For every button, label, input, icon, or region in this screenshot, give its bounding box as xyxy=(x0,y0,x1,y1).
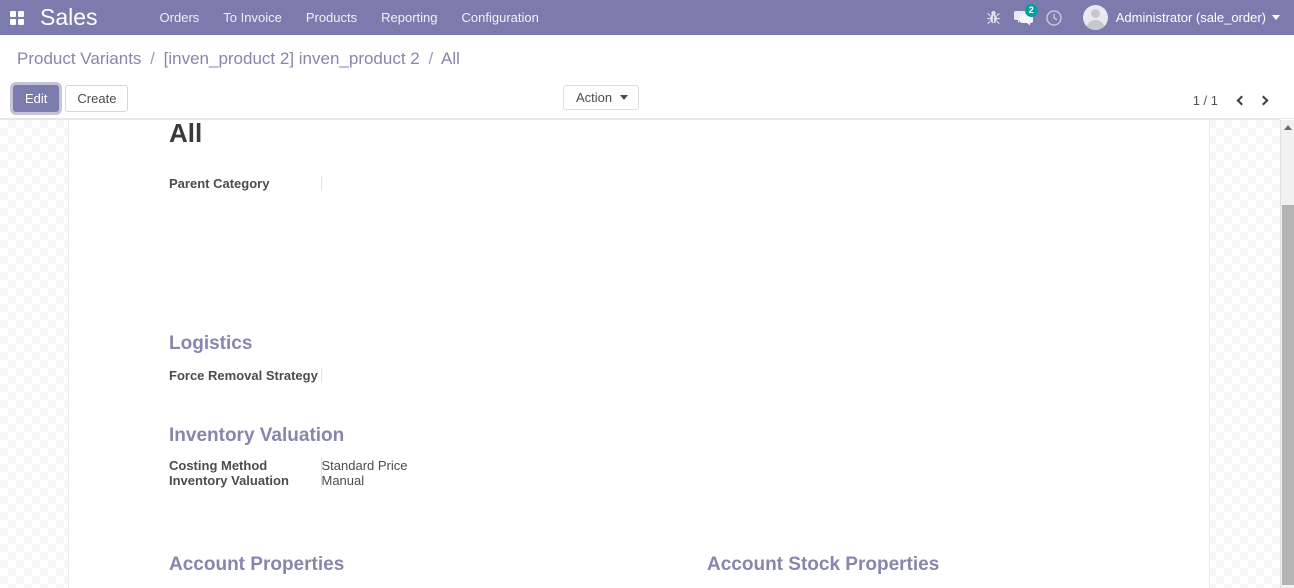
chevron-left-icon xyxy=(1236,95,1246,105)
field-value-inventory-valuation[interactable]: Manual xyxy=(320,473,421,488)
edit-button[interactable]: Edit xyxy=(13,85,60,112)
field-row-parent-category: Parent Category xyxy=(169,176,421,191)
field-value-force-removal-strategy[interactable] xyxy=(320,368,421,383)
breadcrumb-row: Product Variants / [inven_product 2] inv… xyxy=(0,35,1294,83)
field-label-force-removal-strategy: Force Removal Strategy xyxy=(169,368,318,383)
user-menu-label: Administrator (sale_order) xyxy=(1115,10,1266,25)
field-row-inventory-valuation: Inventory Valuation Manual xyxy=(169,473,421,488)
field-value-costing-method[interactable]: Standard Price xyxy=(320,458,421,473)
chevron-down-icon xyxy=(1272,15,1280,20)
field-label-inventory-valuation: Inventory Valuation xyxy=(169,473,289,488)
field-group-logistics: Force Removal Strategy xyxy=(169,368,421,383)
field-label-costing-method: Costing Method xyxy=(169,458,268,473)
section-title-logistics: Logistics xyxy=(169,333,253,354)
field-value-parent-category[interactable] xyxy=(320,176,421,191)
menu-item-orders[interactable]: Orders xyxy=(148,2,212,33)
field-label-parent-category: Parent Category xyxy=(169,176,270,191)
breadcrumb-item-current: All xyxy=(441,49,460,68)
field-group-general: Parent Category xyxy=(169,176,421,191)
chevron-right-icon xyxy=(1258,95,1268,105)
section-title-inventory-valuation: Inventory Valuation xyxy=(169,425,345,446)
menu-item-to-invoice[interactable]: To Invoice xyxy=(211,2,294,33)
navbar-systray: 2 Administrator (sale_order) xyxy=(979,0,1294,35)
menu-item-products[interactable]: Products xyxy=(294,2,369,33)
apps-grid-icon xyxy=(10,10,24,25)
breadcrumb: Product Variants / [inven_product 2] inv… xyxy=(17,49,460,69)
activity-clock-icon[interactable] xyxy=(1039,0,1069,35)
field-row-costing-method: Costing Method Standard Price xyxy=(169,458,421,473)
messaging-icon[interactable]: 2 xyxy=(1009,0,1039,35)
scroll-thumb[interactable] xyxy=(1282,205,1294,585)
field-group-inventory-valuation: Costing Method Standard Price Inventory … xyxy=(169,458,421,488)
avatar xyxy=(1082,5,1108,30)
page-title: All xyxy=(169,120,203,144)
apps-menu-button[interactable] xyxy=(0,0,34,35)
form-sheet: All Parent Category Logistics Force Remo… xyxy=(68,120,1210,588)
menu-item-configuration[interactable]: Configuration xyxy=(450,2,551,33)
pager: 1 / 1 xyxy=(1193,83,1274,117)
user-menu[interactable]: Administrator (sale_order) xyxy=(1082,5,1280,30)
action-dropdown-button[interactable]: Action xyxy=(563,85,640,110)
bug-icon[interactable] xyxy=(979,0,1009,35)
breadcrumb-item-product[interactable]: [inven_product 2] inven_product 2 xyxy=(164,49,420,68)
breadcrumb-separator: / xyxy=(428,49,434,68)
pager-count: 1 / 1 xyxy=(1192,92,1218,108)
pager-previous-button[interactable] xyxy=(1230,88,1252,112)
action-dropdown-label: Action xyxy=(576,90,613,105)
form-view-background: All Parent Category Logistics Force Remo… xyxy=(0,120,1280,588)
vertical-scrollbar[interactable] xyxy=(1280,120,1294,588)
messaging-badge-count: 2 xyxy=(1024,4,1038,17)
field-row-force-removal-strategy: Force Removal Strategy xyxy=(169,368,421,383)
chevron-down-icon xyxy=(620,95,629,100)
top-navbar: Sales Orders To Invoice Products Reporti… xyxy=(0,0,1294,35)
main-menu: Orders To Invoice Products Reporting Con… xyxy=(148,2,551,33)
breadcrumb-separator: / xyxy=(150,49,155,68)
breadcrumb-item-product-variants[interactable]: Product Variants xyxy=(17,49,141,68)
app-brand-sales[interactable]: Sales xyxy=(34,4,104,31)
pager-next-button[interactable] xyxy=(1252,88,1274,112)
content-top-divider xyxy=(0,119,1280,120)
section-title-account-properties: Account Properties xyxy=(169,554,345,575)
scroll-up-arrow-icon[interactable] xyxy=(1281,120,1294,134)
section-title-account-stock-properties: Account Stock Properties xyxy=(707,554,940,575)
create-button[interactable]: Create xyxy=(65,85,129,112)
record-buttons: Edit Create xyxy=(13,85,129,112)
menu-item-reporting[interactable]: Reporting xyxy=(369,2,449,33)
control-panel: Edit Create Action 1 / 1 xyxy=(0,83,1294,119)
